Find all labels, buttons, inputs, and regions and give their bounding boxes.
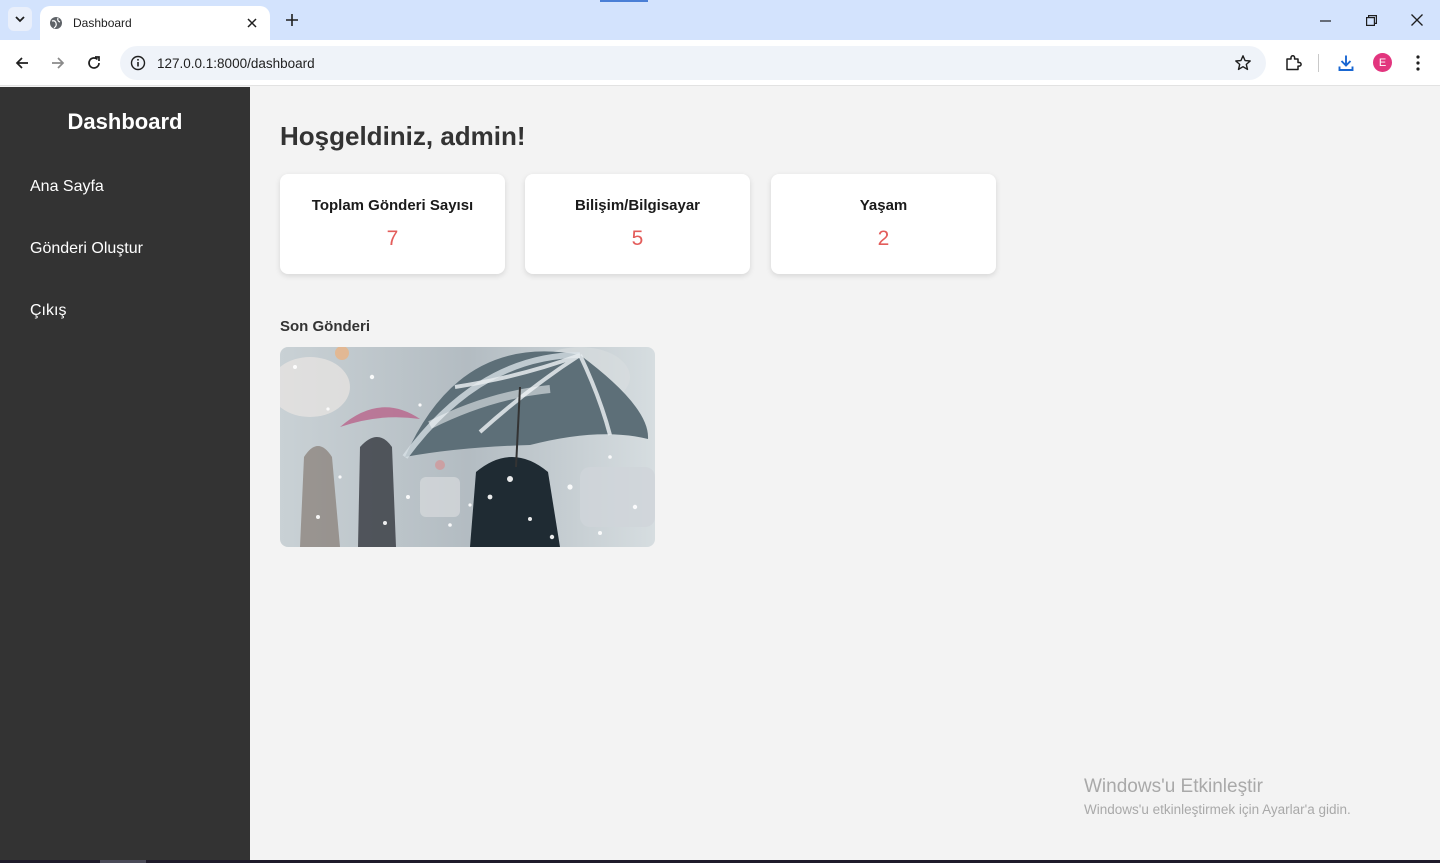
toolbar-separator — [1318, 54, 1319, 72]
globe-icon — [49, 16, 63, 30]
tab-search-button[interactable] — [8, 7, 32, 31]
tab-strip-indicator — [600, 0, 648, 2]
close-tab-button[interactable] — [244, 15, 260, 31]
download-icon — [1338, 55, 1354, 71]
stat-card-value: 7 — [386, 227, 399, 250]
stat-card-value: 5 — [631, 227, 644, 250]
stat-card-value: 2 — [877, 227, 890, 250]
close-icon — [1411, 14, 1423, 26]
browser-menu-button[interactable] — [1407, 52, 1429, 74]
stat-card-label: Yaşam — [859, 197, 908, 214]
forward-button[interactable] — [47, 52, 69, 74]
sidebar-item-cikis[interactable]: Çıkış — [30, 302, 66, 320]
close-icon — [247, 18, 257, 28]
reload-button[interactable] — [83, 52, 105, 74]
star-icon[interactable] — [1234, 54, 1252, 72]
browser-tab-bar: Dashboard — [0, 0, 1440, 40]
url-text[interactable]: 127.0.0.1:8000/dashboard — [157, 56, 1234, 71]
back-icon — [15, 57, 28, 69]
kebab-menu-icon — [1416, 55, 1420, 71]
sidebar-item-gonderi-olustur[interactable]: Gönderi Oluştur — [30, 240, 143, 258]
page-title: Hoşgeldiniz, admin! — [280, 121, 526, 151]
tab-search-icon — [15, 16, 25, 23]
activation-watermark-subtitle: Windows'u etkinleştirmek için Ayarlar'a … — [1084, 802, 1351, 817]
downloads-button[interactable] — [1335, 52, 1357, 74]
latest-post-image[interactable] — [280, 347, 655, 547]
address-bar[interactable]: 127.0.0.1:8000/dashboard — [120, 46, 1266, 80]
stat-card-total: Toplam Gönderi Sayısı 7 — [280, 174, 505, 274]
new-tab-button[interactable] — [282, 10, 302, 30]
sidebar: Dashboard Ana Sayfa Gönderi Oluştur Çıkı… — [0, 87, 250, 860]
restore-icon — [1365, 14, 1377, 26]
activation-watermark-title: Windows'u Etkinleştir — [1084, 776, 1263, 797]
main-content: Hoşgeldiniz, admin! Toplam Gönderi Sayıs… — [250, 87, 1440, 860]
browser-tab[interactable]: Dashboard — [40, 6, 270, 40]
browser-toolbar: 127.0.0.1:8000/dashboard E — [0, 40, 1440, 86]
reload-icon — [88, 56, 100, 69]
profile-avatar[interactable]: E — [1373, 53, 1392, 72]
minimize-button[interactable] — [1315, 10, 1335, 30]
stat-card-label: Toplam Gönderi Sayısı — [311, 197, 474, 214]
plus-icon — [286, 14, 298, 26]
extensions-button[interactable] — [1282, 52, 1304, 74]
latest-post-heading: Son Gönderi — [280, 318, 370, 335]
minimize-icon — [1319, 19, 1331, 22]
stat-card-yasam: Yaşam 2 — [771, 174, 996, 274]
close-window-button[interactable] — [1407, 10, 1427, 30]
stat-card-label: Bilişim/Bilgisayar — [574, 197, 701, 214]
sidebar-title: Dashboard — [67, 109, 183, 134]
tab-title: Dashboard — [73, 16, 132, 30]
restore-button[interactable] — [1361, 10, 1381, 30]
forward-icon — [52, 57, 65, 69]
back-button[interactable] — [11, 52, 33, 74]
extensions-icon — [1286, 54, 1302, 71]
stat-card-bilisim: Bilişim/Bilgisayar 5 — [525, 174, 750, 274]
sidebar-item-ana-sayfa[interactable]: Ana Sayfa — [30, 178, 104, 196]
info-icon[interactable] — [130, 55, 146, 71]
